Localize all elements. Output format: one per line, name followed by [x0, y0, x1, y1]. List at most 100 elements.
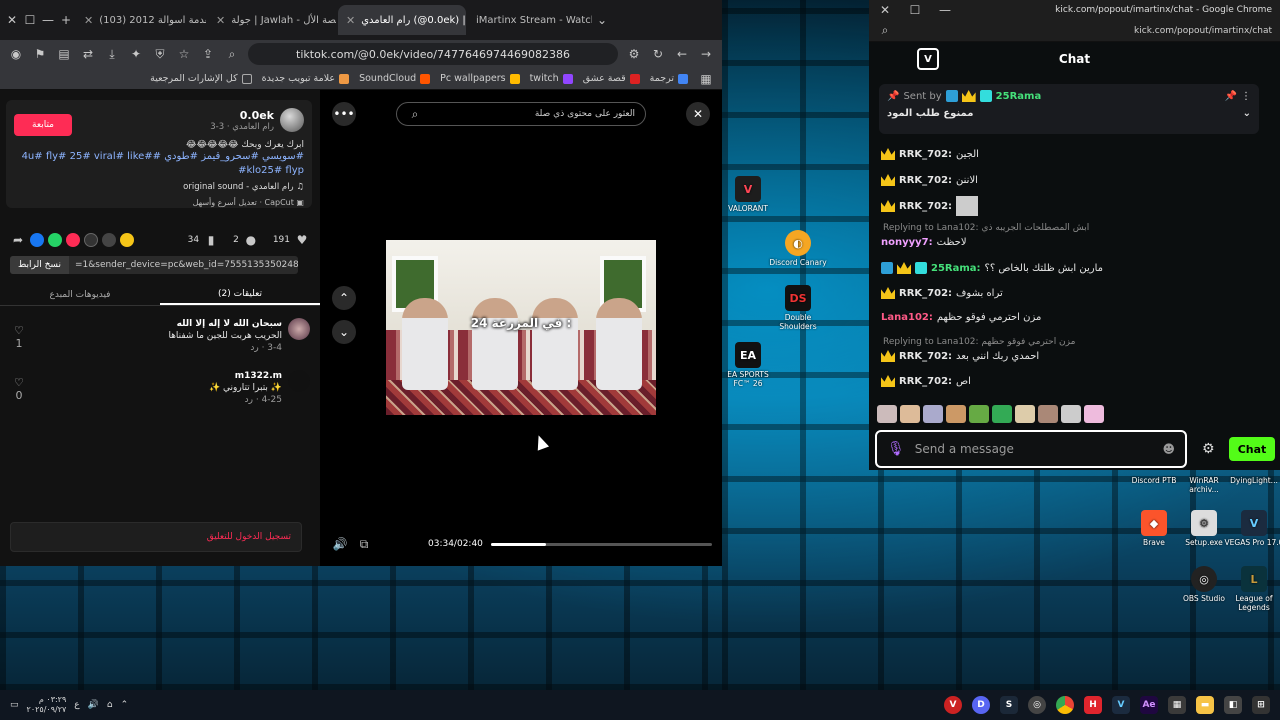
shield-icon[interactable]: ⛨	[152, 46, 168, 62]
collapse-icon[interactable]: ⌄	[1243, 108, 1251, 119]
emote-icon[interactable]	[877, 405, 897, 423]
comments-count[interactable]: 2 ●	[233, 232, 259, 248]
app-taskbar-icon[interactable]: H	[1084, 696, 1102, 714]
download-icon[interactable]: ⤓	[104, 46, 120, 62]
tab-3[interactable]: ✕جولة | Jawlah - منصة الأل	[208, 5, 336, 35]
comment-avatar[interactable]	[288, 318, 310, 340]
video-frame[interactable]: 24 في المزرعة :	[386, 240, 656, 415]
input-language[interactable]: ع	[74, 700, 79, 710]
valorant-taskbar-icon[interactable]: V	[944, 696, 962, 714]
notifications-icon[interactable]: ▭	[10, 700, 19, 710]
author-avatar[interactable]	[280, 108, 304, 132]
capcut-taskbar-icon[interactable]: ◧	[1224, 696, 1242, 714]
maximize-icon[interactable]: ☐	[22, 12, 38, 28]
emote-icon[interactable]	[946, 405, 966, 423]
bookmark-soundcloud[interactable]: SoundCloud	[359, 73, 431, 84]
send-icon[interactable]	[66, 233, 80, 247]
emoji-icon[interactable]	[120, 233, 134, 247]
copy-link-button[interactable]: نسخ الرابط	[10, 256, 69, 274]
store-taskbar-icon[interactable]: ▦	[1168, 696, 1186, 714]
chat-send-button[interactable]: Chat	[1229, 437, 1275, 461]
tab-search-icon[interactable]: ⌄	[594, 12, 610, 28]
profile-icon[interactable]: ◉	[8, 46, 24, 62]
unpin-icon[interactable]: 📌	[1225, 91, 1237, 102]
video-link-text[interactable]: =1&sender_device=pc&web_id=7555135350248…	[69, 260, 298, 270]
tab-close-icon[interactable]: ✕	[216, 14, 225, 27]
embed-icon[interactable]	[84, 233, 98, 247]
minimize-icon[interactable]: —	[40, 12, 56, 28]
close-window-icon[interactable]: ✕	[877, 2, 893, 18]
reply-context[interactable]: Replying to Lana102: مزن احترمي فوقو حظه…	[883, 337, 1075, 347]
translate-icon[interactable]: ⇄	[80, 46, 96, 62]
comment-user[interactable]: سبحان الله لا إله إلا الله	[168, 318, 282, 330]
apps-grid-icon[interactable]: ▦	[698, 71, 714, 87]
new-tab-icon[interactable]: +	[58, 12, 74, 28]
emote-icon[interactable]	[1038, 405, 1058, 423]
minimize-icon[interactable]: —	[937, 2, 953, 18]
bookmark-wallpapers[interactable]: Pc wallpapers	[440, 73, 520, 84]
site-settings-icon[interactable]: ⚙	[626, 46, 642, 62]
next-video-icon[interactable]: ⌄	[332, 320, 356, 344]
file-explorer-taskbar-icon[interactable]: ▬	[1196, 696, 1214, 714]
close-window-icon[interactable]: ✕	[4, 12, 20, 28]
comment-like[interactable]: ♡ 0	[14, 376, 24, 402]
tab-4[interactable]: ✕(103) مقدمة اسوالة 2012	[76, 5, 206, 35]
start-taskbar-icon[interactable]: ⊞	[1252, 696, 1270, 714]
repost-icon[interactable]	[102, 233, 116, 247]
kick-url[interactable]: kick.com/popout/imartinx/chat	[1134, 26, 1272, 36]
network-icon[interactable]: ⌂	[107, 700, 113, 710]
chat-input[interactable]: 🎙 Send a message ☻	[875, 430, 1187, 468]
maximize-icon[interactable]: ☐	[907, 2, 923, 18]
desktop-icon-discord-canary[interactable]: ◐ Discord Canary	[768, 230, 828, 267]
tab-close-icon[interactable]: ✕	[84, 14, 93, 27]
show-hidden-icons[interactable]: ⌃	[121, 700, 129, 710]
microphone-icon[interactable]: 🎙	[887, 441, 905, 457]
chat-settings-icon[interactable]: ⚙	[1202, 441, 1215, 457]
pip-icon[interactable]: ⧉	[356, 536, 372, 552]
forward-icon[interactable]: →	[698, 46, 714, 62]
star-icon[interactable]: ☆	[176, 46, 192, 62]
puzzle-icon[interactable]: ✦	[128, 46, 144, 62]
volume-icon[interactable]: 🔊	[332, 536, 348, 552]
bookmark-translate[interactable]: ترجمة	[650, 73, 688, 84]
desktop-icon-vegas[interactable]: V VEGAS Pro 17.0	[1224, 510, 1280, 547]
desktop-icon-lol[interactable]: L League of Legends	[1224, 566, 1280, 612]
desktop-icon-dyinglight[interactable]: DyingLight...	[1224, 476, 1280, 485]
emote-icon[interactable]	[923, 405, 943, 423]
emote-icon[interactable]	[900, 405, 920, 423]
desktop-icon-double-shoulders[interactable]: DS Double Shoulders	[768, 285, 828, 331]
follow-button[interactable]: متابعة	[14, 114, 72, 136]
comment-avatar[interactable]	[288, 370, 310, 392]
clock[interactable]: ٠٣:٢٩ م ٢٠٢٥/٠٩/٢٧	[27, 695, 67, 715]
comment-user[interactable]: m1322.m	[209, 370, 282, 382]
saves-count[interactable]: 34 ▮	[188, 232, 219, 248]
sidebar-icon[interactable]: ▤	[56, 46, 72, 62]
extensions-icon[interactable]: ⚑	[32, 46, 48, 62]
emoji-picker-icon[interactable]: ☻	[1162, 442, 1175, 456]
tab-comments[interactable]: (2) تعليقات	[160, 284, 320, 305]
zoom-icon[interactable]: ⌕	[224, 46, 240, 62]
emote-icon[interactable]	[969, 405, 989, 423]
volume-icon[interactable]: 🔊	[88, 700, 99, 710]
emote-icon[interactable]	[1061, 405, 1081, 423]
pinned-user[interactable]: 25Rama	[996, 91, 1042, 102]
discord-taskbar-icon[interactable]: D	[972, 696, 990, 714]
obs-taskbar-icon[interactable]: ◎	[1028, 696, 1046, 714]
more-vert-icon[interactable]: ⋮	[1241, 91, 1251, 102]
share-icon[interactable]: ⇪	[200, 46, 216, 62]
bookmark-story[interactable]: قصة عشق	[583, 73, 640, 84]
chrome-taskbar-icon[interactable]	[1056, 696, 1074, 714]
likes-count[interactable]: 191 ♥	[273, 232, 310, 248]
after-effects-taskbar-icon[interactable]: Ae	[1140, 696, 1158, 714]
url-field[interactable]: tiktok.com/@0.0ek/video/7477646974469082…	[248, 43, 618, 65]
author-username[interactable]: 0.0ek	[210, 109, 274, 122]
whatsapp-icon[interactable]	[48, 233, 62, 247]
tab-1[interactable]: iMartinx Stream - Watch	[468, 5, 592, 35]
prev-video-icon[interactable]: ⌃	[332, 286, 356, 310]
tab-2[interactable]: ✕رام العامدي (@0.0ek) |♪	[338, 5, 466, 35]
more-options-icon[interactable]: •••	[332, 102, 356, 126]
emote-icon[interactable]	[1015, 405, 1035, 423]
login-to-comment[interactable]: تسجيل الدخول للتعليق	[10, 522, 302, 552]
facebook-icon[interactable]	[30, 233, 44, 247]
reload-icon[interactable]: ↻	[650, 46, 666, 62]
